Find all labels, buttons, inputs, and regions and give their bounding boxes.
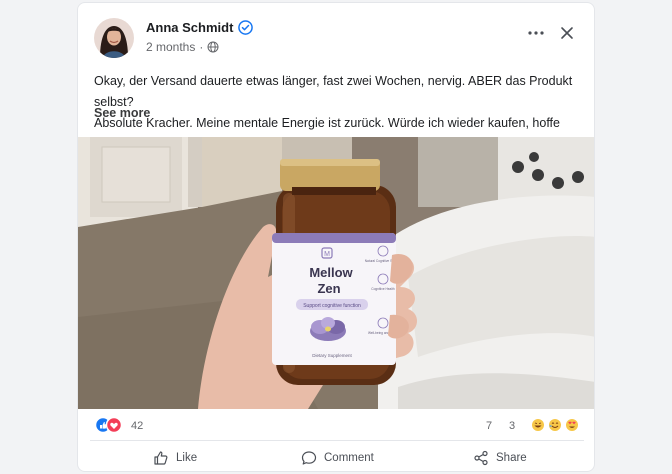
post-timestamp[interactable]: 2 months bbox=[146, 40, 195, 54]
actions-divider bbox=[90, 440, 584, 441]
globe-icon bbox=[207, 41, 219, 53]
emoji-reactions[interactable] bbox=[531, 418, 579, 432]
share-nodes-icon bbox=[474, 450, 488, 466]
see-more-link[interactable]: See more bbox=[94, 106, 150, 120]
more-horizontal-icon bbox=[528, 31, 544, 35]
label-name-line-2: Zen bbox=[317, 281, 340, 296]
meta-separator: · bbox=[199, 40, 204, 54]
label-tagline: Support cognitive function bbox=[303, 303, 361, 309]
post-header: Anna Schmidt 2 months · bbox=[78, 3, 594, 67]
comment-button-label: Comment bbox=[324, 452, 374, 464]
comment-count[interactable]: 7 bbox=[486, 420, 492, 432]
label-claim-2: Cognitive Health bbox=[371, 287, 395, 291]
like-button-label: Like bbox=[176, 452, 198, 464]
haha-emoji-icon bbox=[532, 419, 544, 431]
close-button[interactable] bbox=[555, 21, 579, 45]
laughing-emoji-icon bbox=[549, 419, 561, 431]
post-card: Anna Schmidt 2 months · Okay, der Versan… bbox=[77, 2, 595, 472]
reactions-bar: 42 7 3 bbox=[78, 411, 594, 439]
reaction-count[interactable]: 42 bbox=[131, 420, 143, 432]
label-footer: Dietary Supplement bbox=[312, 353, 352, 358]
verified-badge-icon bbox=[238, 20, 254, 35]
share-button[interactable]: Share bbox=[473, 446, 527, 470]
avatar[interactable] bbox=[94, 18, 134, 58]
label-brand-mark: M bbox=[324, 251, 330, 258]
comment-bubble-icon bbox=[301, 451, 317, 465]
reaction-icons[interactable] bbox=[94, 415, 124, 435]
post-meta: 2 months · bbox=[146, 40, 219, 54]
close-icon bbox=[561, 27, 573, 39]
post-text-line-2: Absolute Kracher. Meine mentale Energie … bbox=[94, 116, 560, 130]
author-name-text[interactable]: Anna Schmidt bbox=[146, 20, 233, 35]
heart-eyes-emoji-icon bbox=[566, 419, 578, 431]
action-bar: Like Comment Share bbox=[78, 443, 594, 471]
share-count[interactable]: 3 bbox=[509, 420, 515, 432]
post-photo[interactable]: M Mellow Zen Support cognitive function … bbox=[78, 137, 594, 409]
more-options-button[interactable] bbox=[524, 21, 548, 45]
comment-button[interactable]: Comment bbox=[301, 446, 374, 470]
post-text-line-1: Okay, der Versand dauerte etwas länger, … bbox=[94, 74, 573, 109]
author-name[interactable]: Anna Schmidt bbox=[146, 20, 254, 35]
like-button[interactable]: Like bbox=[153, 446, 197, 470]
post-text: Okay, der Versand dauerte etwas länger, … bbox=[94, 71, 584, 134]
label-name-line-1: Mellow bbox=[309, 265, 353, 280]
share-button-label: Share bbox=[496, 452, 527, 464]
thumbs-up-icon bbox=[154, 451, 168, 465]
